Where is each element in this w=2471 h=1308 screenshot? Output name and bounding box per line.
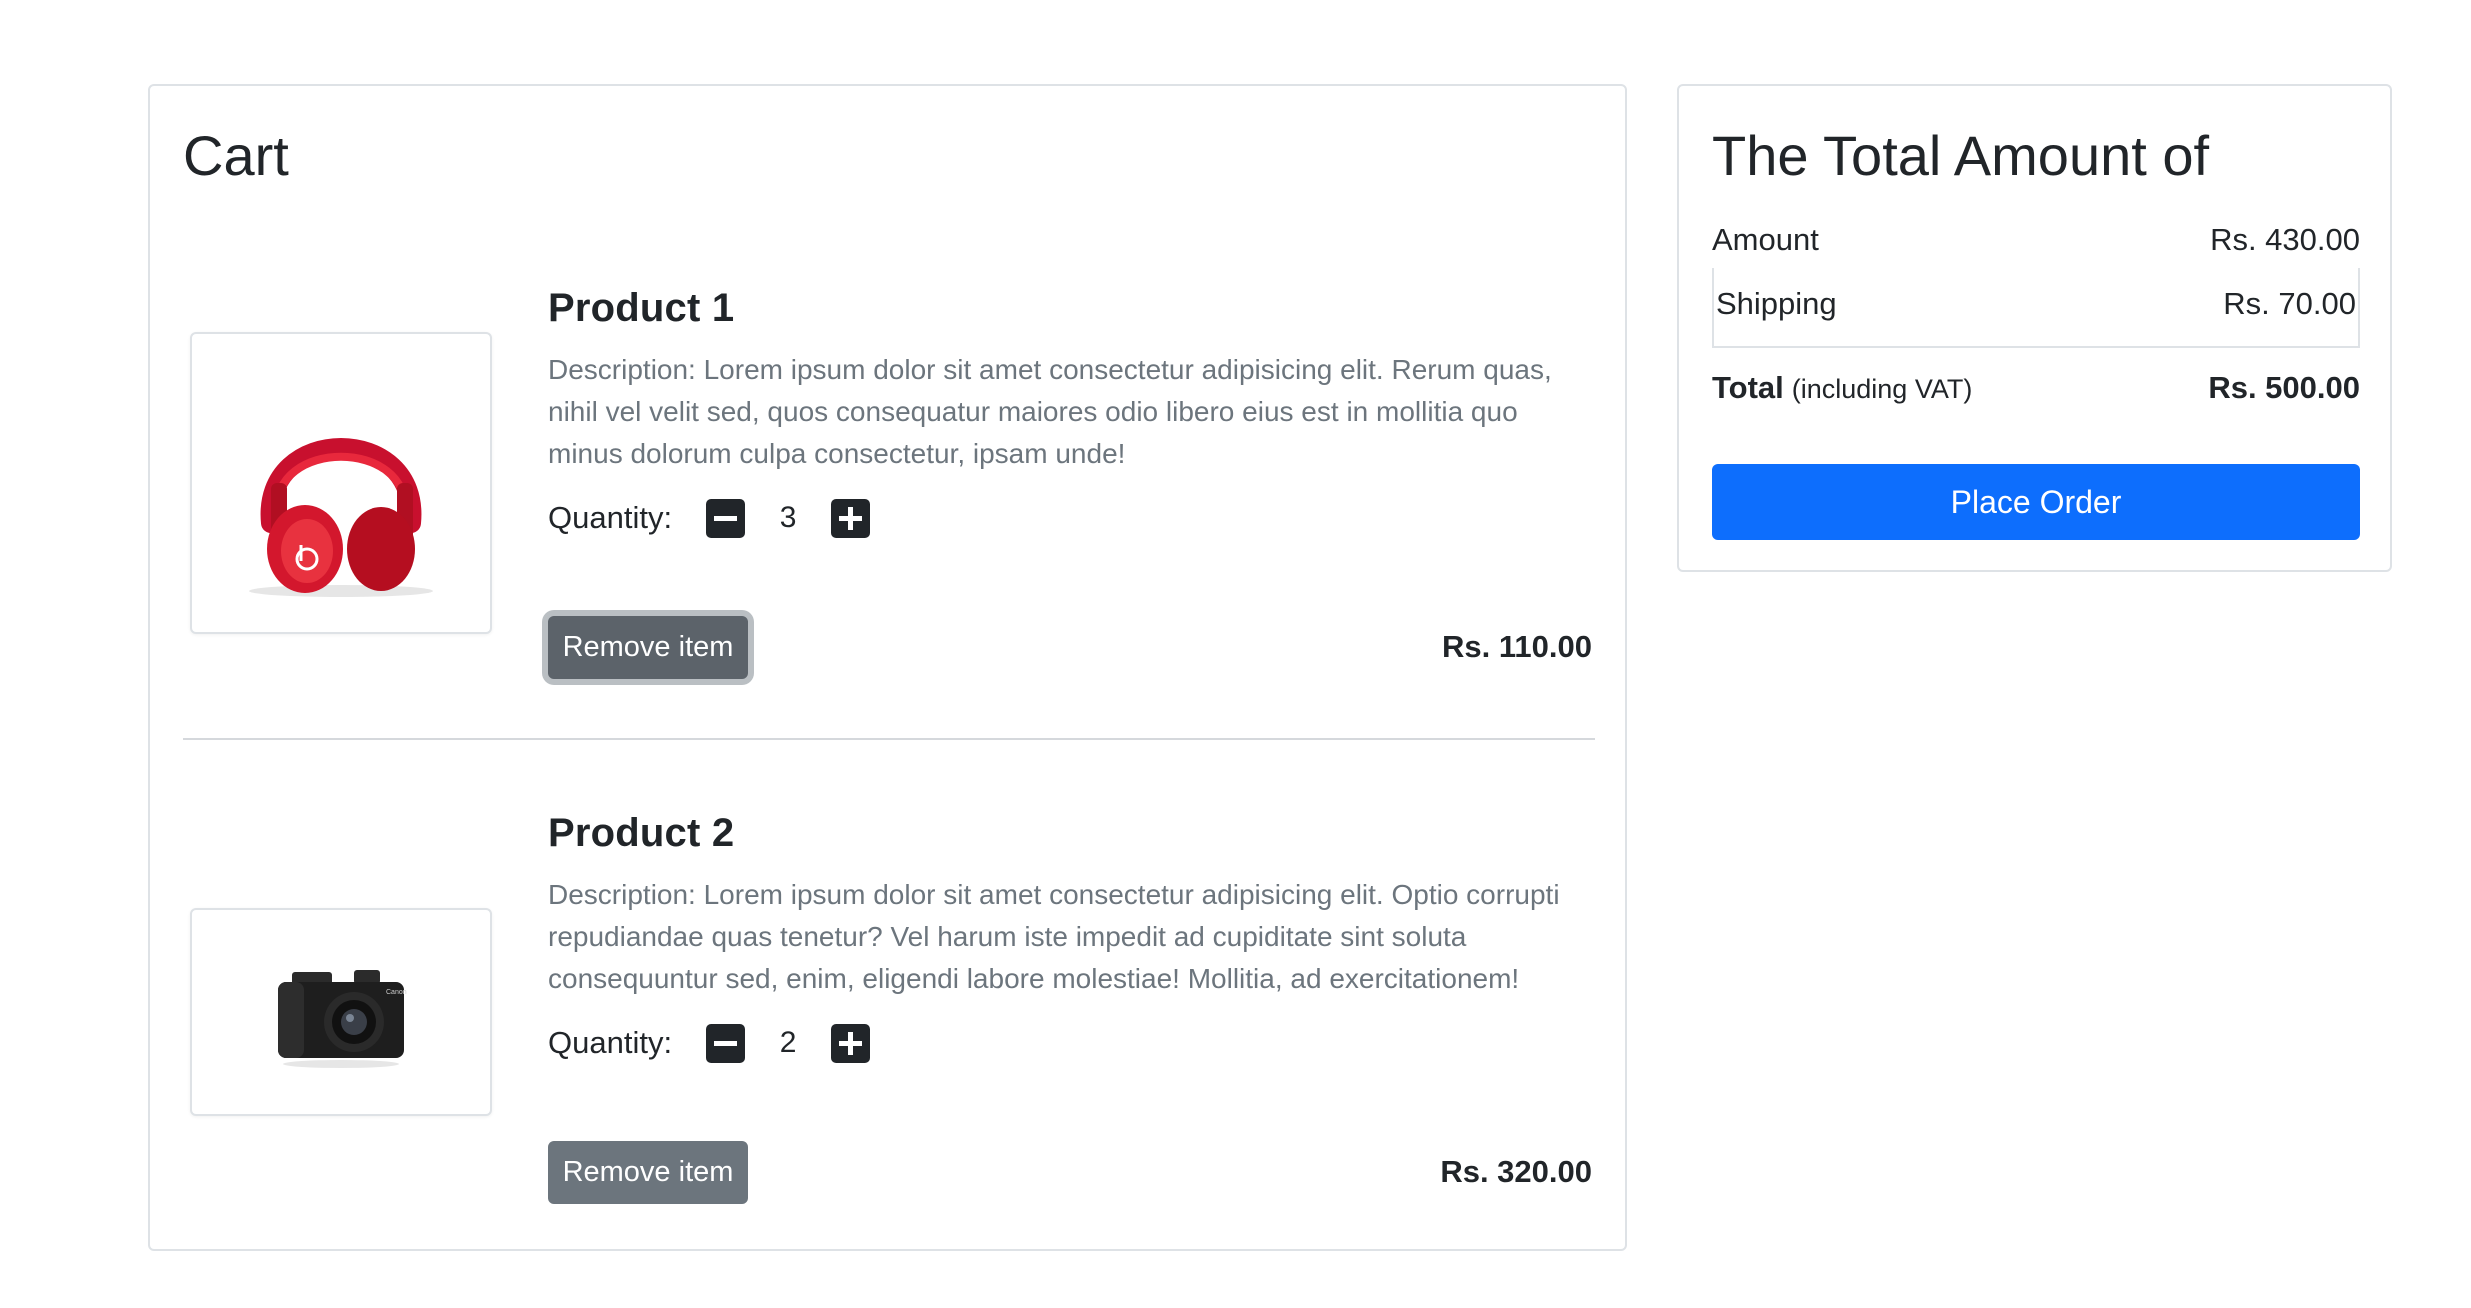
quantity-label: Quantity: (548, 1025, 673, 1060)
cart-title: Cart (183, 124, 289, 187)
decrease-quantity-button[interactable] (706, 1023, 746, 1063)
cart-item: Canon Product 2 Description: Lorem ipsum… (150, 721, 1625, 1241)
camera-icon: Canon (278, 970, 407, 1068)
headphones-icon (249, 438, 433, 597)
product-description: Description: Lorem ipsum dolor sit amet … (548, 879, 1560, 994)
increase-quantity-button[interactable] (831, 498, 871, 538)
total-label: Total (1712, 370, 1784, 405)
product-title: Product 1 (548, 286, 735, 330)
minus-icon (714, 1040, 738, 1046)
shipping-label: Shipping (1716, 286, 1837, 321)
shipping-row: Shipping Rs. 70.00 (1712, 268, 2360, 348)
product-title: Product 2 (548, 811, 735, 855)
product-image: Canon (190, 908, 492, 1116)
product-description: Description: Lorem ipsum dolor sit amet … (548, 354, 1552, 469)
shipping-value: Rs. 70.00 (2223, 286, 2356, 321)
remove-item-button[interactable]: Remove item (548, 1141, 748, 1204)
minus-icon (714, 515, 738, 521)
total-value: Rs. 500.00 (2208, 370, 2360, 405)
svg-text:Canon: Canon (386, 989, 407, 996)
quantity-stepper: Quantity: 3 (548, 496, 871, 540)
total-label-group: Total (including VAT) (1712, 370, 1972, 406)
amount-row: Amount Rs. 430.00 (1712, 222, 2360, 258)
quantity-value: 2 (779, 1026, 797, 1059)
summary-title: The Total Amount of (1712, 124, 2210, 187)
increase-quantity-button[interactable] (831, 1023, 871, 1063)
cart-item: Product 1 Description: Lorem ipsum dolor… (150, 196, 1625, 740)
product-price: Rs. 320.00 (1440, 1154, 1592, 1189)
cart-card: Cart Product 1 Description: Lorem ipsum … (148, 84, 1627, 1251)
product-image (190, 332, 492, 634)
order-summary-card: The Total Amount of Amount Rs. 430.00 Sh… (1677, 84, 2392, 572)
quantity-stepper: Quantity: 2 (548, 1021, 871, 1065)
decrease-quantity-button[interactable] (706, 498, 746, 538)
quantity-value: 3 (779, 501, 797, 534)
remove-item-button[interactable]: Remove item (548, 616, 748, 679)
amount-value: Rs. 430.00 (2210, 222, 2360, 257)
total-row: Total (including VAT) Rs. 500.00 (1712, 370, 2360, 406)
amount-label: Amount (1712, 222, 1819, 257)
product-price: Rs. 110.00 (1442, 629, 1592, 664)
vat-note: (including VAT) (1791, 374, 1973, 404)
place-order-button[interactable]: Place Order (1712, 464, 2360, 540)
quantity-label: Quantity: (548, 500, 673, 535)
